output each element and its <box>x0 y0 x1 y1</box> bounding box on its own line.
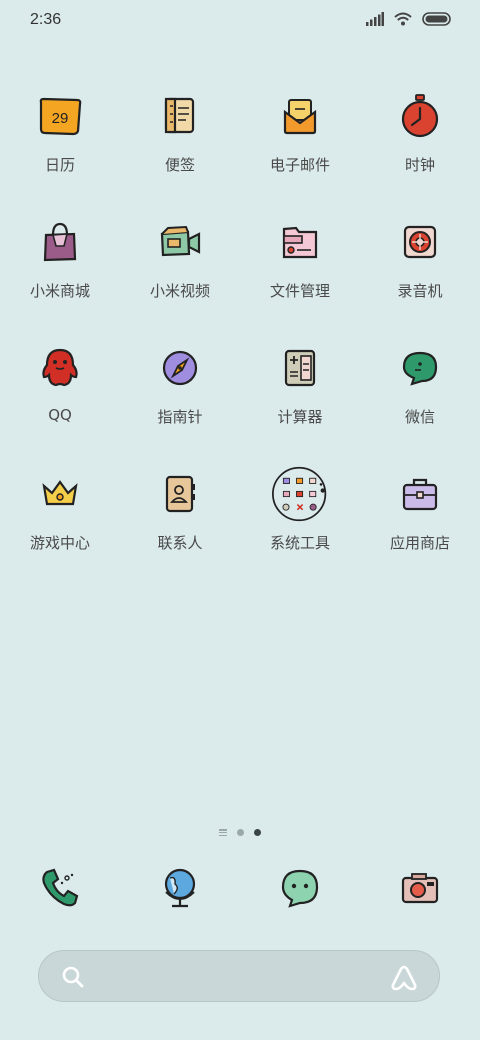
app-notes[interactable]: 便签 <box>120 88 240 214</box>
page-dot-active <box>254 829 261 836</box>
dock-camera[interactable] <box>360 866 480 910</box>
browser-globe-icon <box>164 868 196 908</box>
folder-icon <box>272 214 328 270</box>
dock-phone[interactable] <box>0 866 120 910</box>
app-label: 游戏中心 <box>29 534 90 552</box>
app-mi-store[interactable]: 小米商城 <box>0 214 120 340</box>
signal-icon <box>366 12 384 26</box>
status-bar: 2:36 <box>0 0 480 42</box>
app-app-store[interactable]: 应用商店 <box>360 466 480 592</box>
wechat-bubble-icon <box>392 340 448 396</box>
app-label: 计算器 <box>277 408 323 426</box>
app-label: 指南针 <box>157 408 203 426</box>
contacts-book-icon <box>152 466 208 522</box>
dock-browser[interactable] <box>120 866 240 910</box>
app-label: 小米视频 <box>149 282 210 300</box>
search-input[interactable] <box>99 965 379 989</box>
xiaoai-assistant-icon[interactable] <box>389 963 419 991</box>
app-calculator[interactable]: 计算器 <box>240 340 360 466</box>
app-grid: 29 日历 便签 电子邮件 时钟 小米商城 小米视频 文件管理 录音机 QQ 指… <box>0 88 480 592</box>
shopping-bag-icon <box>32 214 88 270</box>
app-label: 电子邮件 <box>269 156 330 174</box>
video-camera-icon <box>152 214 208 270</box>
battery-icon <box>422 12 451 26</box>
page-indicator[interactable] <box>0 829 480 836</box>
briefcase-icon <box>392 466 448 522</box>
app-label: 日历 <box>44 156 75 174</box>
app-label: 微信 <box>404 408 435 426</box>
app-label: 小米商城 <box>29 282 90 300</box>
app-file-manager[interactable]: 文件管理 <box>240 214 360 340</box>
calendar-date: 29 <box>52 110 69 127</box>
qq-penguin-icon <box>32 340 88 396</box>
email-icon <box>272 88 328 144</box>
app-game-center[interactable]: 游戏中心 <box>0 466 120 592</box>
app-label: 系统工具 <box>269 534 330 552</box>
dock <box>0 866 480 910</box>
app-calendar[interactable]: 29 日历 <box>0 88 120 214</box>
calculator-icon <box>272 340 328 396</box>
app-recorder[interactable]: 录音机 <box>360 214 480 340</box>
app-email[interactable]: 电子邮件 <box>240 88 360 214</box>
folder-grid-icon <box>272 466 328 522</box>
camera-icon <box>401 873 439 904</box>
notes-icon <box>152 88 208 144</box>
app-qq[interactable]: QQ <box>0 340 120 466</box>
crown-icon <box>32 466 88 522</box>
recorder-icon <box>392 214 448 270</box>
phone-icon <box>42 868 79 907</box>
compass-icon <box>152 340 208 396</box>
app-wechat[interactable]: 微信 <box>360 340 480 466</box>
app-label: 应用商店 <box>389 534 450 552</box>
page-dot <box>237 829 244 836</box>
wifi-icon <box>394 12 412 26</box>
app-label: QQ <box>48 406 72 424</box>
search-icon <box>62 966 84 988</box>
app-compass[interactable]: 指南针 <box>120 340 240 466</box>
calendar-icon: 29 <box>32 88 88 144</box>
app-label: 时钟 <box>404 156 435 174</box>
app-label: 联系人 <box>157 534 203 552</box>
app-contacts[interactable]: 联系人 <box>120 466 240 592</box>
minus-one-screen-indicator <box>219 829 227 836</box>
app-system-tools-folder[interactable]: 系统工具 <box>240 466 360 592</box>
app-label: 文件管理 <box>269 282 330 300</box>
dock-messages[interactable] <box>240 866 360 910</box>
app-label: 便签 <box>164 156 195 174</box>
app-clock[interactable]: 时钟 <box>360 88 480 214</box>
clock-icon <box>392 88 448 144</box>
search-bar[interactable] <box>38 950 440 1002</box>
messages-bubble-icon <box>281 869 319 908</box>
status-time: 2:36 <box>30 11 62 28</box>
app-label: 录音机 <box>397 282 443 300</box>
app-mi-video[interactable]: 小米视频 <box>120 214 240 340</box>
